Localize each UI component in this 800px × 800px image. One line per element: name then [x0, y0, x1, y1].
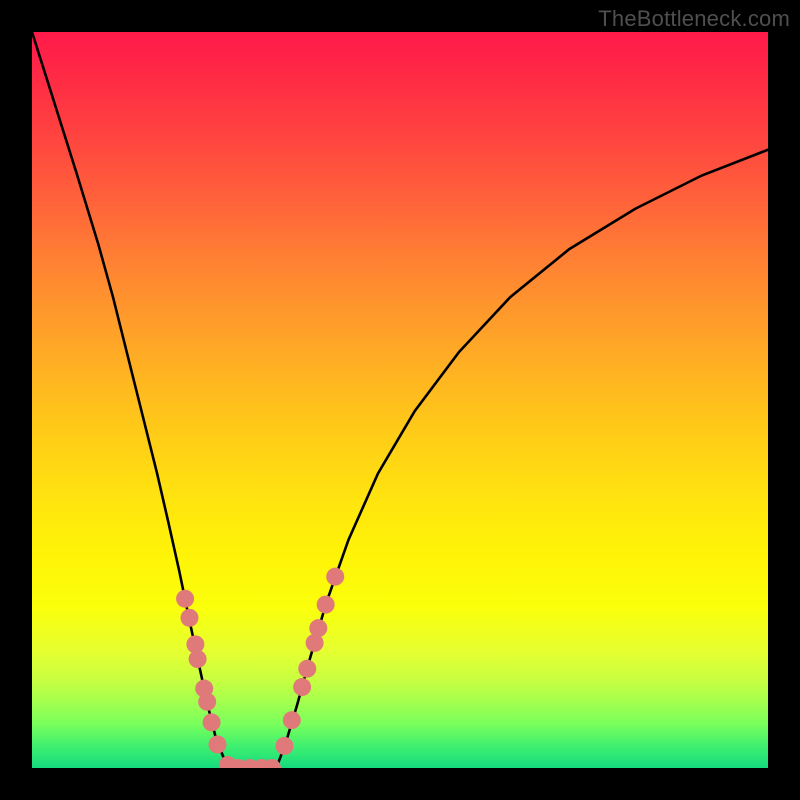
- data-point: [309, 619, 327, 637]
- data-point: [176, 590, 194, 608]
- data-point: [317, 596, 335, 614]
- data-point: [293, 678, 311, 696]
- chart-svg: [32, 32, 768, 768]
- plot-area: [32, 32, 768, 768]
- data-point: [326, 568, 344, 586]
- data-point: [181, 609, 199, 627]
- data-point: [203, 713, 221, 731]
- data-point: [208, 735, 226, 753]
- data-point: [275, 737, 293, 755]
- data-point: [298, 660, 316, 678]
- dots-group: [176, 568, 344, 768]
- chart-frame: TheBottleneck.com: [0, 0, 800, 800]
- watermark-text: TheBottleneck.com: [598, 6, 790, 32]
- bottleneck-curve: [32, 32, 768, 768]
- data-point: [189, 650, 207, 668]
- data-point: [198, 693, 216, 711]
- curve-group: [32, 32, 768, 768]
- data-point: [283, 711, 301, 729]
